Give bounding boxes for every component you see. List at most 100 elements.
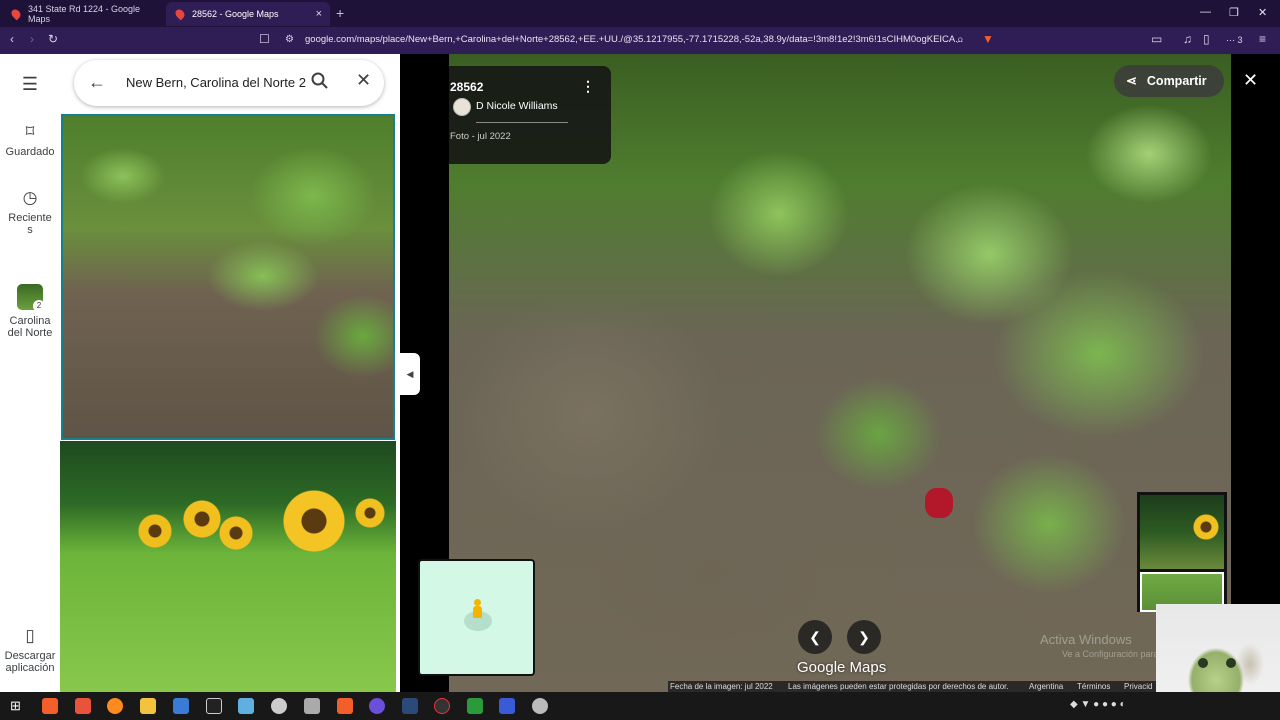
site-info-icon[interactable]: ⚙ — [285, 34, 294, 45]
browser-menu-icon[interactable]: ≡ — [1259, 32, 1266, 46]
media-icon[interactable]: ♫ — [1183, 32, 1192, 46]
search-box: ← New Bern, Carolina del Norte 2 ✕ — [74, 60, 384, 106]
rail-place-carolina[interactable]: 2 Carolina del Norte — [0, 284, 60, 339]
file-explorer-icon[interactable] — [140, 698, 156, 714]
minimize-icon[interactable]: — — [1200, 6, 1211, 18]
forward-icon[interactable]: › — [30, 32, 34, 46]
tab-label: 28562 - Google Maps — [192, 9, 279, 19]
extensions-badge[interactable]: ⋯ 3 — [1226, 35, 1243, 46]
photo-author[interactable]: D Nicole Williams — [476, 100, 558, 112]
photo-title: 28562 — [450, 80, 484, 94]
rail-saved[interactable]: ⌑ Guardado — [0, 122, 60, 158]
browser-tab-bar: 341 State Rd 1224 - Google Maps 28562 - … — [0, 0, 1280, 27]
maps-pin-icon — [173, 7, 187, 21]
app-icon[interactable] — [369, 698, 385, 714]
sidebar-icon[interactable]: ▯ — [1203, 32, 1210, 46]
tab-label: 341 State Rd 1224 - Google Maps — [27, 4, 141, 24]
panel-photo-selected[interactable] — [61, 114, 395, 440]
tab-28562[interactable]: 28562 - Google Maps × — [166, 2, 330, 26]
close-window-icon[interactable]: ✕ — [1258, 6, 1267, 19]
brave-shield-icon[interactable]: ▼ — [982, 32, 994, 46]
pegman-icon — [472, 599, 482, 621]
windows-start-icon[interactable]: ⊞ — [10, 698, 26, 714]
clear-search-icon[interactable]: ✕ — [356, 70, 371, 91]
back-arrow-icon[interactable]: ← — [88, 72, 106, 93]
reload-icon[interactable]: ↻ — [48, 32, 58, 46]
panel-photo-sunflowers[interactable] — [60, 441, 396, 692]
bookmark-page-icon[interactable]: ☐ — [259, 32, 270, 46]
app-icon[interactable] — [434, 698, 450, 714]
country-link[interactable]: Argentina — [1029, 682, 1063, 691]
notion-icon[interactable] — [206, 698, 222, 714]
brave-icon[interactable] — [337, 698, 353, 714]
zoom-icon[interactable]: ⌕ — [957, 32, 964, 47]
photo-meta: Foto - jul 2022 — [450, 131, 511, 142]
app-icon[interactable] — [75, 698, 91, 714]
address-field[interactable]: google.com/maps/place/New+Bern,+Carolina… — [305, 34, 963, 45]
collapse-panel-button[interactable]: ◀ — [400, 353, 420, 395]
back-icon[interactable]: ‹ — [10, 32, 14, 46]
cast-icon[interactable]: ▭ — [1151, 32, 1162, 46]
avatar[interactable] — [453, 98, 471, 116]
app-icon[interactable] — [467, 698, 483, 714]
terms-link[interactable]: Términos — [1077, 682, 1110, 691]
windows-activation-watermark: Activa Windows — [1040, 632, 1132, 647]
tab-341-state-rd[interactable]: 341 State Rd 1224 - Google Maps — [2, 2, 164, 26]
more-options-icon[interactable]: ⋮ — [581, 78, 595, 95]
copyright-notice: Las imágenes pueden estar protegidas por… — [788, 682, 1009, 691]
rail-recent[interactable]: ◷ Reciente s — [0, 188, 60, 236]
maps-pin-icon — [9, 7, 23, 21]
app-icon[interactable] — [271, 698, 287, 714]
minimap[interactable] — [418, 559, 535, 676]
app-icon[interactable] — [499, 698, 515, 714]
extension-count: 3 — [1237, 35, 1243, 45]
divider — [476, 122, 568, 123]
place-count-badge: 2 — [33, 300, 45, 312]
rail-download-app[interactable]: ▯ Descargar aplicación — [0, 626, 60, 674]
firefox-icon[interactable] — [107, 698, 123, 714]
app-icon[interactable] — [532, 698, 548, 714]
restore-icon[interactable]: ❐ — [1229, 6, 1239, 19]
previous-photo-button[interactable]: ❮ — [798, 620, 832, 654]
windows-activation-subtext: Ve a Configuración para a — [1062, 649, 1167, 659]
rail-download-label: Descargar — [4, 650, 56, 662]
rail-recent-label-2: s — [27, 224, 33, 236]
google-maps-logo: Google Maps — [797, 659, 887, 676]
brave-icon[interactable] — [42, 698, 58, 714]
share-button[interactable]: ⋖ Compartir — [1114, 65, 1224, 97]
rail-place-label: Carolina — [9, 315, 51, 327]
imagery-footer: Fecha de la imagen: jul 2022 Las imágene… — [668, 681, 1158, 692]
menu-icon[interactable]: ☰ — [0, 74, 60, 95]
share-label: Compartir — [1146, 74, 1207, 88]
tray-icons[interactable]: ◆ ▼ ● ● ● ◐ — [1070, 699, 1126, 710]
app-icon[interactable] — [238, 698, 254, 714]
rail-recent-label: Reciente — [8, 212, 52, 224]
search-icon[interactable] — [310, 71, 330, 91]
photo-info-card: 28562 ⋮ D Nicole Williams Foto - jul 202… — [449, 66, 611, 164]
history-icon: ◷ — [22, 188, 38, 207]
bookmark-icon: ⌑ — [25, 122, 35, 141]
phone-icon: ▯ — [25, 626, 35, 645]
calculator-icon[interactable] — [173, 698, 189, 714]
maps-left-rail: ☰ ⌑ Guardado ◷ Reciente s 2 Carolina del… — [0, 54, 60, 692]
windows-taskbar: ⊞ ◆ ▼ ● ● ● ◐ — [0, 692, 1280, 720]
cat-eye-right — [1226, 658, 1236, 668]
new-tab-button[interactable]: + — [336, 5, 344, 21]
imagery-date: Fecha de la imagen: jul 2022 — [670, 682, 773, 691]
rail-saved-label: Guardado — [5, 146, 55, 158]
app-icon[interactable] — [304, 698, 320, 714]
privacy-link[interactable]: Privacid — [1124, 682, 1152, 691]
thumbnail-sunflowers[interactable] — [1140, 495, 1224, 569]
place-thumbnail: 2 — [17, 284, 45, 312]
share-icon: ⋖ — [1126, 73, 1137, 88]
steam-icon[interactable] — [402, 698, 418, 714]
search-input[interactable]: New Bern, Carolina del Norte 2 — [126, 75, 306, 90]
close-viewer-icon[interactable]: ✕ — [1243, 70, 1258, 91]
close-tab-icon[interactable]: × — [316, 8, 322, 20]
rail-place-label-2: del Norte — [7, 327, 53, 339]
browser-toolbar: ‹ › ↻ ☐ ⚙ google.com/maps/place/New+Bern… — [0, 27, 1280, 54]
next-photo-button[interactable]: ❯ — [847, 620, 881, 654]
photo-red-object — [925, 488, 953, 518]
rail-download-label-2: aplicación — [5, 662, 55, 674]
photo-thumbnail-strip — [1137, 492, 1227, 612]
